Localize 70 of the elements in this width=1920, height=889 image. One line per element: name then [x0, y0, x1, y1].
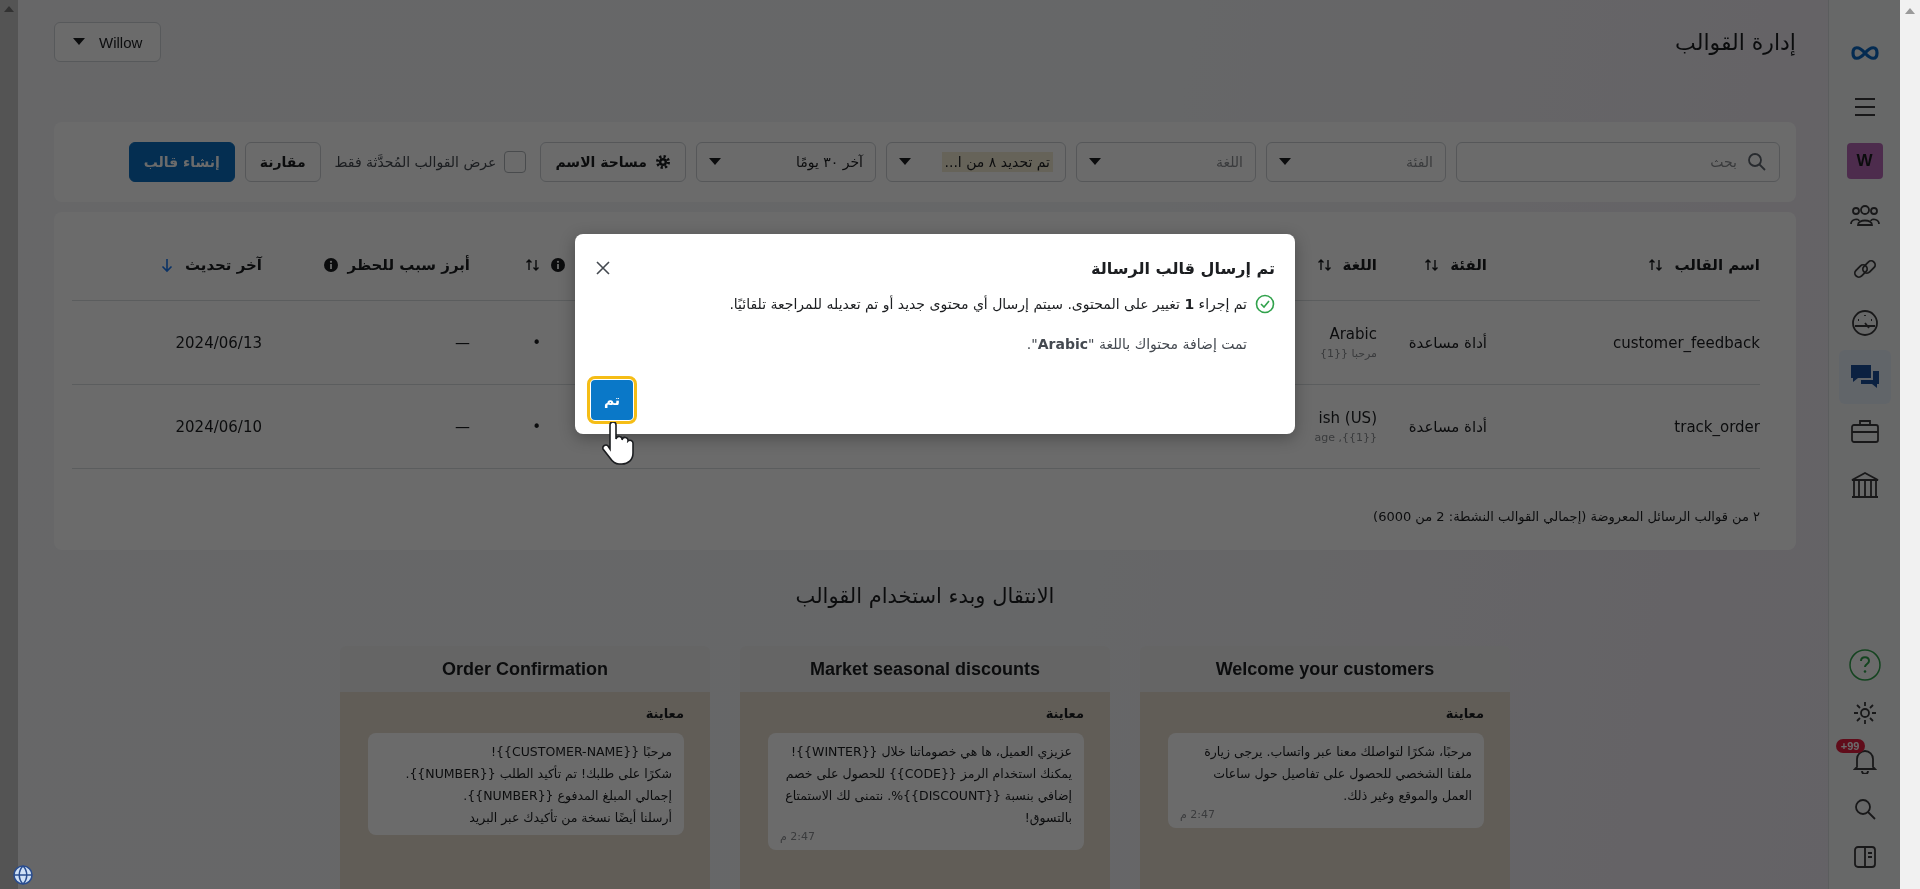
globe-icon[interactable]: [12, 864, 34, 886]
caret-icon: [709, 158, 721, 166]
filter-dropdown[interactable]: آخر ٣٠ يومًا: [696, 142, 876, 182]
bank-icon[interactable]: [1849, 470, 1880, 500]
infinity-logo-icon[interactable]: [1848, 43, 1881, 63]
gear-icon: [655, 154, 671, 170]
filter-dropdown[interactable]: تم تحديد ٨ من ا...: [886, 142, 1066, 182]
table-footer-text: ٢ من قوالب الرسائل المعروضة (إجمالي القوالب النشطة: 2 من 6000): [1372, 509, 1760, 524]
preview-label: معاينة: [1445, 706, 1484, 721]
message-text: مرحبًا {{CUSTOMER-NAME}}!: [490, 743, 672, 762]
sort-icon[interactable]: [1424, 257, 1441, 273]
column-header[interactable]: اسم القالب: [1674, 256, 1760, 274]
column-header[interactable]: آخر تحديث: [184, 256, 262, 274]
caret-icon: [73, 38, 85, 46]
message-text: عزيزي العميل، ها هي خصوماتنا خلال {{WINTER}}! يمكنك استخدام الرمز {{CODE}} للحصول على خصم إضافي بنسبة {{DISCOUNT}}%. نتمنى لك الاستمتاع بالتسوق!: [784, 743, 1072, 828]
caret-icon: [1089, 158, 1101, 166]
settings-icon[interactable]: [1851, 700, 1878, 726]
date-text: 2024/06/10: [175, 417, 262, 436]
section-title: الانتقال وبدء استخدام القوالب: [794, 584, 1056, 608]
preview-label: معاينة: [645, 706, 684, 721]
search-icon: [1747, 152, 1767, 172]
checkbox[interactable]: [504, 151, 527, 173]
template-name: track_order: [1674, 417, 1760, 436]
sort-icon[interactable]: [525, 257, 541, 273]
sort-icon[interactable]: [1316, 257, 1333, 273]
bell-icon[interactable]: [1852, 748, 1877, 774]
message-text: إجمالي المبلغ المدفوع {{NUMBER}}.: [462, 786, 672, 806]
menu-icon[interactable]: [1852, 97, 1877, 117]
namespace-button[interactable]: مساحة الاسم: [540, 142, 686, 182]
gauge-icon[interactable]: [1849, 308, 1880, 338]
message-text: شكرًا على طلبك! تم تأكيد الطلب {{NUMBER}}.: [404, 764, 672, 784]
status-text: •: [532, 417, 541, 436]
scrollbar[interactable]: [1900, 0, 1920, 889]
create-template-button[interactable]: إنشاء قالب: [128, 142, 235, 182]
people-icon[interactable]: [1849, 203, 1880, 227]
info-icon: [323, 258, 338, 272]
block-reason-text: —: [455, 417, 470, 436]
status-text: •: [532, 333, 541, 352]
scroll-up-icon[interactable]: [1905, 8, 1915, 14]
help-icon[interactable]: [1847, 648, 1882, 682]
scrollbar[interactable]: [0, 0, 18, 889]
panel-icon[interactable]: [1852, 845, 1877, 869]
preview-label: معاينة: [1045, 706, 1084, 721]
column-header[interactable]: الفئة: [1450, 256, 1487, 274]
block-reason-text: —: [455, 333, 470, 352]
checkbox-label: عرض القوالب المُحدَّثة فقط: [334, 154, 497, 170]
category-text: أداة مساعدة: [1408, 417, 1487, 436]
message-text: أرسلنا أيضًا نسخة من تأكيدك عبر البريد: [468, 808, 672, 828]
sort-icon[interactable]: [1648, 257, 1665, 273]
category-text: أداة مساعدة: [1408, 333, 1487, 352]
compare-button[interactable]: مقارنة: [244, 142, 321, 182]
scroll-up-icon[interactable]: [4, 6, 14, 12]
message-text: مرحبًا، شكرًا لتواصلك معنا عبر واتساب. يرجى زيارة ملفنا الشخصي للحصول على تفاصيل حول ساعات العمل والموقع وغير ذلك.: [1203, 743, 1472, 806]
info-icon: [551, 258, 565, 272]
briefcase-icon[interactable]: [1849, 418, 1880, 444]
template-name: customer_feedback: [1612, 333, 1760, 352]
check-circle-icon: [1255, 294, 1275, 314]
page-title: إدارة القوالب: [1675, 29, 1796, 55]
column-header[interactable]: اللغة: [1342, 256, 1377, 274]
date-text: 2024/06/13: [175, 333, 262, 352]
chat-icon[interactable]: [1848, 363, 1881, 391]
notification-badge: +99: [1835, 739, 1865, 753]
account-dropdown[interactable]: Willow: [54, 22, 162, 62]
column-header[interactable]: أبرز سبب للحظر: [347, 256, 470, 274]
caret-icon: [1279, 158, 1291, 166]
search-icon[interactable]: [1852, 797, 1877, 821]
dialog-title: تم إرسال قالب الرسالة: [1091, 258, 1275, 278]
caret-icon: [899, 158, 911, 166]
language-text: Arabic: [1329, 325, 1377, 343]
language-text: ish (US): [1318, 409, 1377, 427]
